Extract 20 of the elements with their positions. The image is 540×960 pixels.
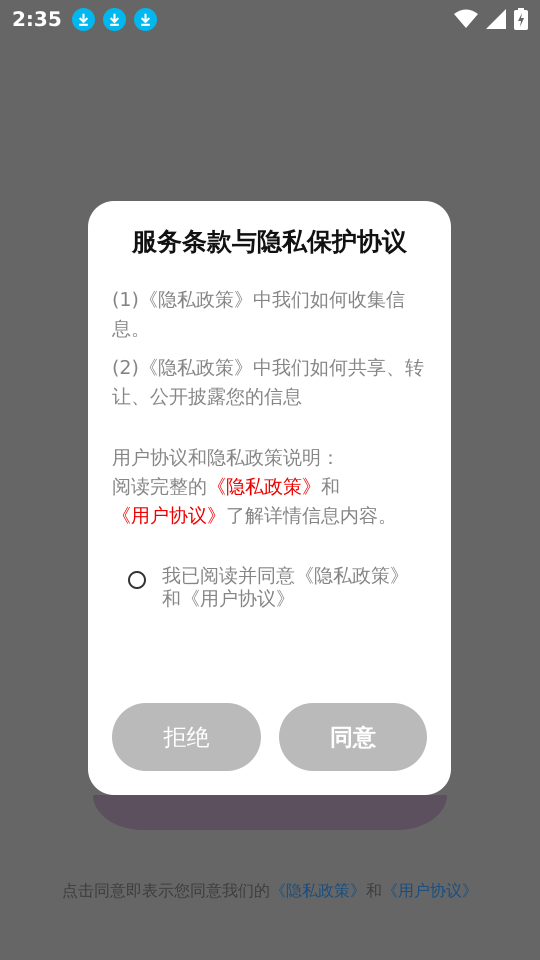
signal-icon [486, 9, 506, 29]
dialog-title: 服务条款与隐私保护协议 [130, 226, 408, 258]
wifi-icon [454, 9, 478, 29]
agree-button[interactable]: 同意 [278, 703, 427, 771]
policy-link[interactable]: 《用户协议》 [382, 881, 478, 900]
policy-link[interactable]: 《用户协议》 [112, 505, 226, 527]
download-icon [72, 8, 95, 30]
download-icon [134, 8, 157, 30]
consent-radio[interactable] [128, 571, 146, 589]
policy-link[interactable]: 《隐私政策》 [270, 881, 366, 900]
decline-button[interactable]: 拒绝 [112, 703, 260, 771]
battery-charging-icon [514, 8, 528, 30]
download-icon [102, 8, 126, 30]
note-text: 阅读完整的《隐私政策》和 《用户协议》了解详情信息内容。 [112, 475, 398, 529]
clock-time: 2:35 [12, 7, 62, 31]
consent-label[interactable]: 我已阅读并同意《隐私政策》和《用户协议》 [162, 565, 427, 611]
policy-item: (1)《隐私政策》中我们如何收集信息。 [112, 288, 406, 342]
policy-item: (2)《隐私政策》中我们如何共享、转让、公开披露您的信息 [112, 356, 425, 410]
policy-link[interactable]: 《隐私政策》 [207, 476, 321, 498]
note-heading: 用户协议和隐私政策说明： [112, 446, 341, 471]
